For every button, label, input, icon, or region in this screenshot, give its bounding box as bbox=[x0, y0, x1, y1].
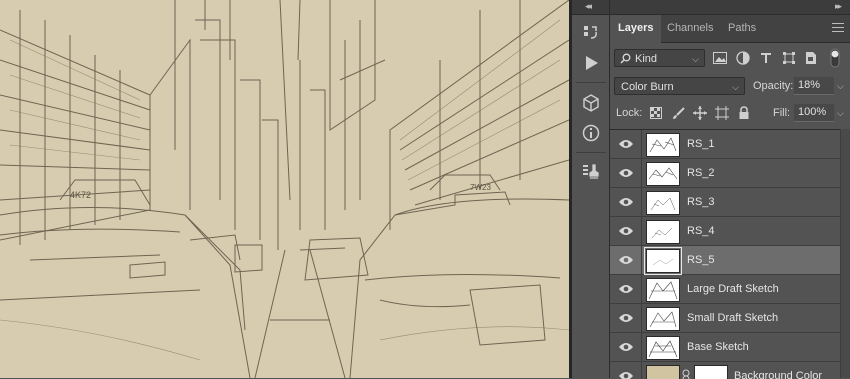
layer-thumbnail bbox=[646, 336, 680, 360]
collapse-chevron-icon[interactable]: ◂◂ bbox=[585, 1, 592, 12]
opacity-input[interactable]: 18% bbox=[794, 77, 834, 95]
shape-filter-icon[interactable] bbox=[780, 49, 798, 67]
layers-scrollbar[interactable] bbox=[840, 129, 850, 378]
layer-thumbnail bbox=[644, 247, 682, 275]
layers-panel: ▸▸ Layers Channels Paths Kind ⌵ Color Bu… bbox=[610, 0, 850, 379]
image-filter-icon[interactable] bbox=[711, 49, 729, 67]
visibility-eye-icon[interactable] bbox=[617, 164, 635, 182]
opacity-slider-chevron-icon[interactable]: ⌵ bbox=[837, 81, 844, 92]
row-separator bbox=[641, 304, 642, 333]
tool-separator bbox=[576, 82, 606, 83]
row-separator bbox=[641, 246, 642, 275]
visibility-eye-icon[interactable] bbox=[617, 193, 635, 211]
filter-kind-select[interactable]: Kind ⌵ bbox=[614, 49, 705, 67]
fill-label: Fill: bbox=[773, 107, 791, 119]
chevron-down-icon: ⌵ bbox=[732, 82, 739, 92]
layer-name[interactable]: RS_4 bbox=[687, 217, 715, 245]
layer-row-rs2[interactable]: RS_2 bbox=[610, 159, 850, 188]
adjustment-filter-icon[interactable] bbox=[734, 49, 752, 67]
visibility-eye-icon[interactable] bbox=[617, 338, 635, 356]
blend-mode-value: Color Burn bbox=[621, 81, 674, 93]
collapsed-panels-strip: ◂◂ bbox=[572, 0, 610, 378]
layer-thumbnail bbox=[646, 191, 680, 215]
visibility-eye-icon[interactable] bbox=[617, 251, 635, 269]
layer-name[interactable]: Large Draft Sketch bbox=[687, 275, 779, 303]
type-filter-icon[interactable] bbox=[757, 49, 775, 67]
layer-row-rs4[interactable]: RS_4 bbox=[610, 217, 850, 246]
lock-row: Lock: Fill: 100% ⌵ bbox=[610, 104, 850, 123]
tab-paths[interactable]: Paths bbox=[720, 15, 764, 42]
panel-menu-icon[interactable] bbox=[832, 23, 844, 35]
tool-separator bbox=[576, 152, 606, 153]
row-separator bbox=[641, 217, 642, 246]
layer-mask-thumbnail[interactable] bbox=[694, 365, 728, 379]
filter-kind-label: Kind bbox=[635, 53, 658, 65]
layer-row-rs5[interactable]: RS_5 bbox=[610, 246, 850, 275]
visibility-eye-icon[interactable] bbox=[617, 367, 635, 379]
visibility-eye-icon[interactable] bbox=[617, 222, 635, 240]
layer-name[interactable]: RS_5 bbox=[687, 246, 715, 274]
row-separator bbox=[641, 275, 642, 304]
lock-label: Lock: bbox=[616, 107, 643, 119]
layer-name[interactable]: Small Draft Sketch bbox=[687, 304, 778, 332]
blend-row: Color Burn ⌵ Opacity: 18% ⌵ bbox=[610, 77, 850, 97]
layer-thumbnail bbox=[646, 278, 680, 302]
visibility-eye-icon[interactable] bbox=[617, 309, 635, 327]
clone-source-icon[interactable] bbox=[579, 160, 603, 184]
row-separator bbox=[641, 159, 642, 188]
layer-row-large-draft-sketch[interactable]: Large Draft Sketch bbox=[610, 275, 850, 304]
layer-name[interactable]: RS_3 bbox=[687, 188, 715, 216]
layer-row-base-sketch[interactable]: Base Sketch bbox=[610, 333, 850, 362]
document-canvas[interactable]: 4K72 7W23 bbox=[0, 0, 569, 378]
search-icon bbox=[620, 53, 631, 64]
info-icon[interactable] bbox=[579, 121, 603, 145]
row-separator bbox=[641, 333, 642, 362]
chevron-down-icon: ⌵ bbox=[692, 54, 699, 64]
filter-row: Kind ⌵ bbox=[610, 48, 850, 69]
opacity-label: Opacity: bbox=[753, 80, 794, 92]
layer-row-small-draft-sketch[interactable]: Small Draft Sketch bbox=[610, 304, 850, 333]
row-separator bbox=[641, 362, 642, 379]
layer-name[interactable]: Background Color bbox=[734, 362, 822, 379]
expand-chevron-icon[interactable]: ▸▸ bbox=[835, 1, 842, 12]
street-sketch-artwork: 4K72 7W23 bbox=[0, 0, 569, 378]
layer-name[interactable]: Base Sketch bbox=[687, 333, 749, 361]
taxi-roof-sign-left: 4K72 bbox=[70, 190, 91, 200]
taxi-roof-sign-right: 7W23 bbox=[470, 183, 491, 192]
layer-name[interactable]: RS_2 bbox=[687, 159, 715, 187]
play-action-icon[interactable] bbox=[579, 51, 603, 75]
visibility-eye-icon[interactable] bbox=[617, 135, 635, 153]
lock-artboard-icon[interactable] bbox=[714, 105, 730, 121]
layers-list: RS_1 RS_2 RS_3 RS_4 RS_5 Large Draft Ske… bbox=[610, 129, 850, 379]
smart-object-filter-icon[interactable] bbox=[802, 49, 820, 67]
visibility-eye-icon[interactable] bbox=[617, 280, 635, 298]
lock-transparent-pixels-icon[interactable] bbox=[648, 105, 664, 121]
layer-thumbnail bbox=[646, 133, 680, 157]
panel-header-strip: ▸▸ bbox=[610, 0, 850, 15]
lock-image-pixels-icon[interactable] bbox=[670, 105, 686, 121]
fill-slider-chevron-icon[interactable]: ⌵ bbox=[837, 108, 844, 119]
layer-thumbnail bbox=[646, 162, 680, 186]
row-separator bbox=[641, 188, 642, 217]
layer-thumbnail bbox=[646, 220, 680, 244]
lock-all-icon[interactable] bbox=[736, 105, 752, 121]
panel-tabs: Layers Channels Paths bbox=[610, 15, 850, 43]
layer-row-rs3[interactable]: RS_3 bbox=[610, 188, 850, 217]
fill-input[interactable]: 100% bbox=[794, 104, 834, 122]
iconbar-header: ◂◂ bbox=[572, 0, 609, 15]
tab-channels[interactable]: Channels bbox=[659, 15, 721, 42]
row-separator bbox=[641, 130, 642, 159]
layer-name[interactable]: RS_1 bbox=[687, 130, 715, 158]
lock-position-icon[interactable] bbox=[692, 105, 708, 121]
tab-layers[interactable]: Layers bbox=[610, 15, 662, 43]
filter-toggle-icon[interactable] bbox=[828, 48, 842, 68]
layer-row-rs1[interactable]: RS_1 bbox=[610, 130, 850, 159]
layer-thumbnail bbox=[646, 307, 680, 331]
history-icon[interactable] bbox=[579, 21, 603, 45]
color-fill-thumbnail bbox=[646, 365, 680, 379]
layer-row-background-color[interactable]: Background Color bbox=[610, 362, 850, 379]
blend-mode-select[interactable]: Color Burn ⌵ bbox=[614, 77, 745, 95]
3d-cube-icon[interactable] bbox=[579, 91, 603, 115]
